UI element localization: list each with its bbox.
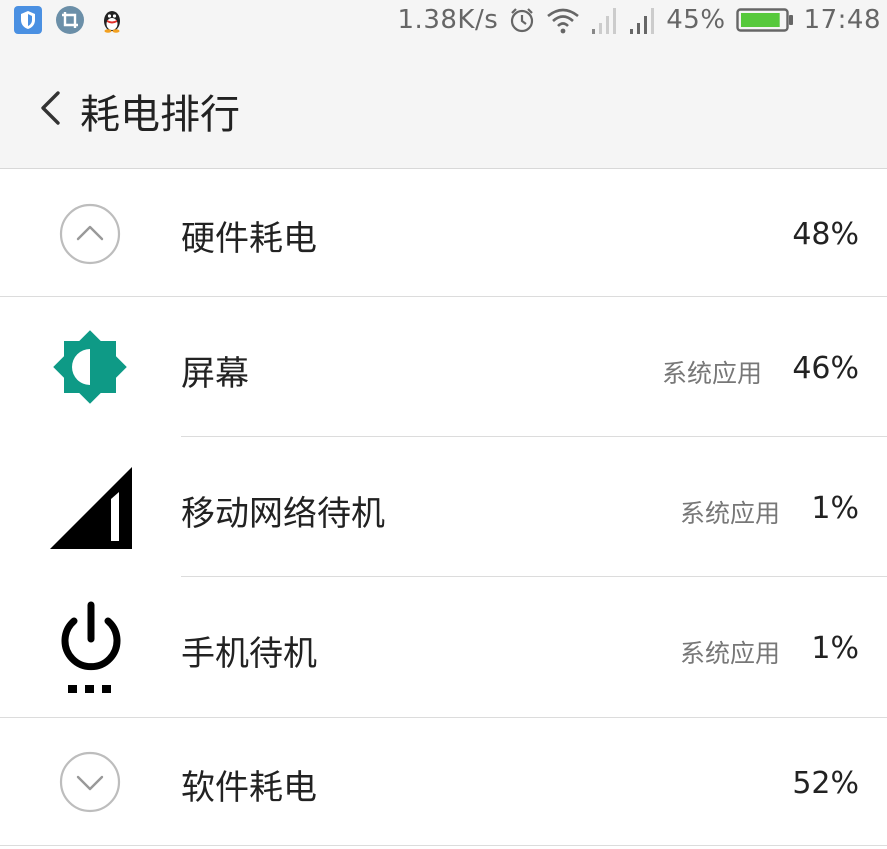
item-percent: 1% [811,631,859,666]
notification-icons [14,6,126,34]
item-label: 屏幕 [181,354,249,394]
hardware-section-header[interactable]: 硬件耗电 48% [0,169,887,296]
shield-icon [14,6,42,34]
alarm-icon [511,8,534,33]
signal-icon [592,8,617,34]
chevron-down-icon[interactable] [59,751,121,813]
hardware-section-label: 硬件耗电 [181,219,317,259]
screen-brightness-icon [53,330,127,404]
network-speed: 1.38K/s [397,5,499,35]
software-section-percent: 52% [792,766,859,801]
battery-icon [735,8,793,32]
software-section-label: 软件耗电 [181,768,317,808]
software-section-header[interactable]: 软件耗电 52% [0,718,887,845]
item-percent: 1% [811,491,859,526]
hardware-section-percent: 48% [792,217,859,252]
clock: 17:48 [803,5,881,35]
divider [0,845,887,846]
power-standby-icon [61,601,121,693]
item-category: 系统应用 [680,639,781,668]
list-item-screen[interactable]: 屏幕 系统应用 46% [0,297,887,436]
battery-fill [740,13,780,27]
item-category: 系统应用 [662,359,763,388]
list-item-mobile-network-standby[interactable]: 移动网络待机 系统应用 1% [0,437,887,576]
wifi-icon [547,8,580,34]
qq-penguin-icon [104,11,120,33]
screenshot-icon [56,6,84,34]
chevron-up-icon[interactable] [59,203,121,265]
cell-signal-icon [50,467,132,549]
list-item-phone-standby[interactable]: 手机待机 系统应用 1% [0,577,887,716]
back-arrow-icon[interactable] [38,90,62,126]
item-label: 手机待机 [181,634,317,674]
item-percent: 46% [792,351,859,386]
system-status: 1.38K/s 45% 17:48 [398,0,887,40]
status-bar: 1.38K/s 45% 17:48 [0,0,887,40]
app-header: 耗电排行 [0,40,887,169]
signal-icon [630,8,655,34]
item-category: 系统应用 [680,499,781,528]
item-label: 移动网络待机 [181,494,385,534]
battery-percent: 45% [666,5,726,35]
page-title: 耗电排行 [80,92,240,138]
battery-usage-list: 硬件耗电 48% 屏幕 系统应用 46% 移动网络待机 系统应用 1% 手机待机… [0,169,887,849]
